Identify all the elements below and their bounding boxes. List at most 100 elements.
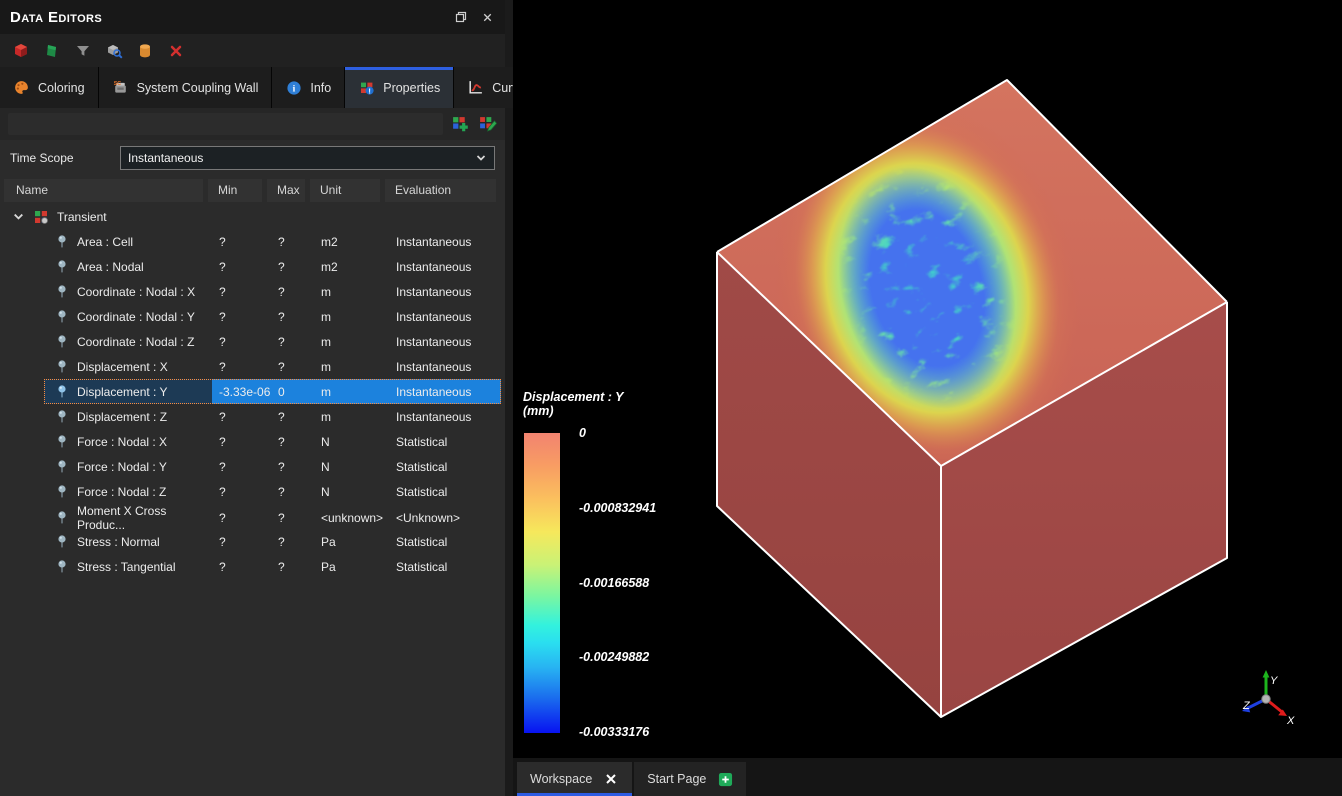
cell-name: Displacement : Y	[44, 379, 212, 404]
cell-name: Force : Nodal : X	[44, 429, 212, 454]
tab-label: System Coupling Wall	[137, 81, 259, 95]
colorbar-tick: -0.000832941	[579, 501, 656, 515]
variable-pin-icon	[56, 484, 68, 500]
time-scope-select[interactable]: Instantaneous	[120, 146, 495, 170]
cell-min: ?	[212, 229, 271, 254]
tab-label: Coloring	[38, 81, 85, 95]
toolbar-filter-icon[interactable]	[74, 42, 92, 60]
toolbar-solid-red-cube-icon[interactable]	[12, 42, 30, 60]
tree-group-transient[interactable]: Transient	[0, 204, 505, 229]
cell-min: ?	[212, 429, 271, 454]
table-row-force-nodal-y[interactable]: Force : Nodal : Y??NStatistical	[44, 454, 501, 479]
cell-name: Coordinate : Nodal : Y	[44, 304, 212, 329]
variable-pin-icon	[56, 334, 68, 350]
cell-max: ?	[271, 329, 314, 354]
colorbar-legend: Displacement : Y (mm) 0-0.000832941-0.00…	[523, 390, 624, 418]
cell-name: Displacement : X	[44, 354, 212, 379]
editor-tabstrip: Coloring SC System Coupling Wall iInfo! Prop…	[0, 67, 505, 108]
variable-pin-icon	[56, 510, 68, 526]
column-header-max[interactable]: Max	[267, 179, 305, 202]
tab-label: Properties	[383, 81, 440, 95]
toolbar-green-plane-icon[interactable]	[43, 42, 61, 60]
column-header-evaluation[interactable]: Evaluation	[385, 179, 496, 202]
cell-unit: m2	[314, 229, 389, 254]
chevron-down-icon[interactable]	[12, 210, 25, 223]
tab-properties[interactable]: ! Properties	[345, 67, 454, 108]
table-row-force-nodal-x[interactable]: Force : Nodal : X??NStatistical	[44, 429, 501, 454]
group-label: Transient	[57, 210, 107, 224]
table-row-coordinate-nodal-z[interactable]: Coordinate : Nodal : Z??mInstantaneous	[44, 329, 501, 354]
column-header-min[interactable]: Min	[208, 179, 262, 202]
tab-coloring[interactable]: Coloring	[0, 67, 99, 108]
column-header-name[interactable]: Name	[4, 179, 203, 202]
table-row-displacement-y[interactable]: Displacement : Y-3.33e-060mInstantaneous	[44, 379, 501, 404]
tab-info[interactable]: iInfo	[272, 67, 345, 108]
cell-min: ?	[212, 354, 271, 379]
info-icon: i	[285, 79, 302, 96]
variable-pin-icon	[56, 309, 68, 325]
variable-pin-icon	[56, 284, 68, 300]
variables-table: TransientArea : Cell??m2InstantaneousAre…	[0, 204, 505, 796]
properties-icon: !	[358, 79, 375, 96]
toolbar-search-geometry-icon[interactable]	[105, 42, 123, 60]
tab-close-icon[interactable]	[603, 771, 619, 787]
cell-name: Force : Nodal : Z	[44, 479, 212, 504]
colorbar-ticks: 0-0.000832941-0.00166588-0.00249882-0.00…	[579, 426, 656, 739]
bottom-tab-start-page[interactable]: Start Page	[634, 762, 746, 796]
editor-toolbar	[0, 34, 505, 67]
sc-wall-icon: SC	[112, 79, 129, 96]
close-icon[interactable]	[479, 9, 495, 25]
table-row-moment-x-cross-produc[interactable]: Moment X Cross Produc...??<unknown><Unkn…	[44, 504, 501, 529]
cell-evaluation: Statistical	[389, 529, 501, 554]
table-row-displacement-x[interactable]: Displacement : X??mInstantaneous	[44, 354, 501, 379]
table-row-stress-tangential[interactable]: Stress : Tangential??PaStatistical	[44, 554, 501, 579]
colorbar-tick: -0.00249882	[579, 650, 656, 664]
column-header-unit[interactable]: Unit	[310, 179, 380, 202]
cell-min: ?	[212, 304, 271, 329]
bottom-tab-workspace[interactable]: Workspace	[517, 762, 632, 796]
add-variable-button[interactable]	[451, 115, 470, 134]
colorbar-tick: 0	[579, 426, 656, 440]
filter-input[interactable]	[8, 113, 443, 135]
cell-evaluation: Instantaneous	[389, 229, 501, 254]
variable-actions-row	[0, 108, 505, 140]
table-row-stress-normal[interactable]: Stress : Normal??PaStatistical	[44, 529, 501, 554]
cell-evaluation: Statistical	[389, 454, 501, 479]
colorbar	[524, 433, 560, 733]
table-row-displacement-z[interactable]: Displacement : Z??mInstantaneous	[44, 404, 501, 429]
variable-pin-icon	[56, 559, 68, 575]
cell-max: ?	[271, 304, 314, 329]
cell-name: Coordinate : Nodal : Z	[44, 329, 212, 354]
table-row-area-cell[interactable]: Area : Cell??m2Instantaneous	[44, 229, 501, 254]
tab-system-coupling-wall[interactable]: SC System Coupling Wall	[99, 67, 273, 108]
cell-name: Area : Nodal	[44, 254, 212, 279]
data-editors-panel: Data Editors ColoringSCSystem Coupling W…	[0, 0, 513, 796]
cell-evaluation: Instantaneous	[389, 354, 501, 379]
tab-add-icon[interactable]	[717, 771, 733, 787]
float-window-icon[interactable]	[453, 9, 469, 25]
cell-min: ?	[212, 454, 271, 479]
cell-max: ?	[271, 354, 314, 379]
cell-max: ?	[271, 454, 314, 479]
table-row-area-nodal[interactable]: Area : Nodal??m2Instantaneous	[44, 254, 501, 279]
toolbar-cylinder-icon[interactable]	[136, 42, 154, 60]
colorbar-tick: -0.00166588	[579, 576, 656, 590]
cell-max: ?	[271, 279, 314, 304]
cell-max: ?	[271, 429, 314, 454]
cell-name: Force : Nodal : Y	[44, 454, 212, 479]
toolbar-delete-icon[interactable]	[167, 42, 185, 60]
cell-unit: N	[314, 479, 389, 504]
table-row-force-nodal-z[interactable]: Force : Nodal : Z??NStatistical	[44, 479, 501, 504]
variable-pin-icon	[56, 359, 68, 375]
cell-name: Area : Cell	[44, 229, 212, 254]
cell-min: ?	[212, 254, 271, 279]
edit-variable-button[interactable]	[478, 115, 497, 134]
cell-evaluation: Instantaneous	[389, 304, 501, 329]
variable-pin-icon	[56, 234, 68, 250]
workspace-tabbar: WorkspaceStart Page	[513, 758, 1342, 796]
svg-text:!: !	[368, 86, 371, 95]
table-row-coordinate-nodal-x[interactable]: Coordinate : Nodal : X??mInstantaneous	[44, 279, 501, 304]
application-window: Data Editors ColoringSCSystem Coupling W…	[0, 0, 1342, 796]
cell-evaluation: Statistical	[389, 429, 501, 454]
table-row-coordinate-nodal-y[interactable]: Coordinate : Nodal : Y??mInstantaneous	[44, 304, 501, 329]
